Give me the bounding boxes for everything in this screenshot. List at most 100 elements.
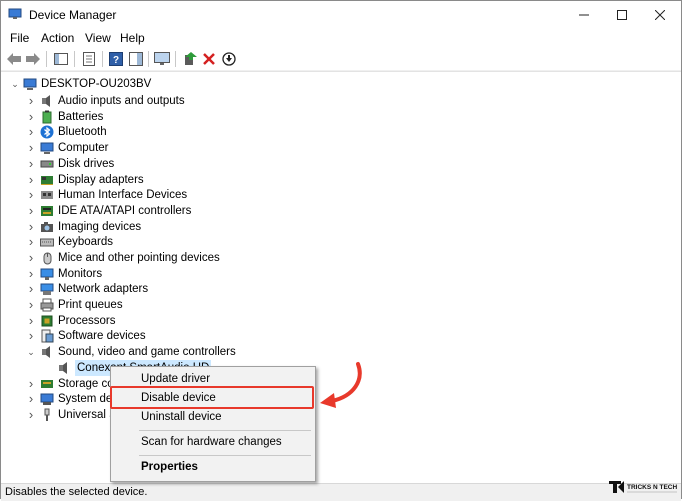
properties-label: Properties	[141, 461, 198, 473]
tree-category-item[interactable]: › Network adapters	[1, 281, 681, 297]
back-button[interactable]	[6, 51, 22, 67]
update-driver-toolbar-button[interactable]	[182, 51, 198, 67]
chevron-right-icon[interactable]: ›	[27, 219, 35, 235]
ide-controller-icon	[41, 206, 53, 216]
uninstall-device-label: Uninstall device	[141, 411, 222, 423]
processor-icon	[41, 315, 53, 327]
scan-hardware-label: Scan for hardware changes	[141, 436, 282, 448]
status-bar: Disables the selected device.	[1, 483, 681, 501]
forward-arrow-icon	[26, 53, 40, 65]
speaker-icon	[42, 346, 50, 358]
printer-icon	[40, 298, 54, 312]
tree-item-label: Processors	[58, 315, 116, 327]
chevron-right-icon[interactable]: ›	[27, 109, 35, 125]
tree-item-label: Monitors	[58, 268, 103, 280]
svg-text:TRICKS N TECH: TRICKS N TECH	[627, 484, 678, 491]
tree-category-item[interactable]: ⌄ Sound, video and game controllers	[1, 344, 681, 360]
chevron-right-icon[interactable]: ›	[27, 93, 35, 109]
chevron-right-icon[interactable]: ›	[27, 172, 35, 188]
chevron-right-icon[interactable]: ›	[27, 250, 35, 266]
menu-file[interactable]: File	[10, 31, 29, 45]
storage-icon	[41, 380, 53, 388]
tree-item-label: Mice and other pointing devices	[58, 252, 220, 264]
help-toolbar-button[interactable]: ?	[108, 51, 124, 67]
highlight-box	[110, 386, 314, 409]
tree-category-item[interactable]: › Software devices	[1, 328, 681, 344]
forward-button[interactable]	[25, 51, 41, 67]
menu-help[interactable]: Help	[120, 31, 145, 45]
chevron-right-icon[interactable]: ›	[27, 313, 35, 329]
chevron-right-icon[interactable]: ›	[27, 297, 35, 313]
tree-item-label: Human Interface Devices	[58, 189, 188, 201]
tree-category-item[interactable]: › Keyboards	[1, 234, 681, 250]
chevron-right-icon[interactable]: ›	[27, 140, 35, 156]
properties-toolbar-button[interactable]	[81, 51, 97, 67]
tree-category-item[interactable]: › Human Interface Devices	[1, 187, 681, 203]
chevron-right-icon[interactable]: ›	[27, 281, 35, 297]
tree-category-item[interactable]: › Display adapters	[1, 172, 681, 188]
chevron-down-icon[interactable]: ⌄	[27, 344, 35, 360]
chevron-right-icon[interactable]: ›	[27, 124, 35, 140]
uninstall-toolbar-button[interactable]	[201, 51, 217, 67]
menu-action[interactable]: Action	[41, 31, 74, 45]
show-hide-console-tree-button[interactable]	[53, 51, 69, 67]
scan-hardware-menu-item[interactable]: Scan for hardware changes	[112, 432, 314, 452]
tree-category-item[interactable]: › Monitors	[1, 266, 681, 282]
properties-menu-item[interactable]: Properties	[112, 457, 314, 477]
chevron-down-icon[interactable]: ⌄	[11, 76, 19, 92]
maximize-icon	[617, 10, 627, 20]
tree-category-item[interactable]: › Batteries	[1, 109, 681, 125]
tricks-n-tech-logo: TRICKS N TECH	[607, 479, 679, 495]
device-manager-app-icon	[8, 8, 22, 19]
software-device-icon	[41, 329, 54, 343]
tree-category-item[interactable]: › Computer	[1, 140, 681, 156]
chevron-right-icon[interactable]: ›	[27, 156, 35, 172]
tree-item-label: Print queues	[58, 299, 123, 311]
display-adapter-icon	[41, 176, 53, 185]
red-curved-arrow-icon	[320, 362, 362, 408]
title-bar: Device Manager	[1, 1, 681, 29]
disk-drive-icon	[40, 160, 54, 168]
computer-icon	[40, 142, 54, 154]
uninstall-device-menu-item[interactable]: Uninstall device	[112, 407, 314, 427]
tree-item-label: Sound, video and game controllers	[58, 346, 236, 358]
disable-toolbar-button[interactable]	[221, 51, 237, 67]
tree-root[interactable]: ⌄ DESKTOP-OU203BV	[1, 76, 681, 92]
chevron-right-icon[interactable]: ›	[27, 391, 35, 407]
mouse-icon	[43, 252, 52, 265]
system-device-icon	[40, 393, 54, 405]
computer-icon	[23, 78, 37, 90]
menu-bar: File Action View Help	[1, 29, 681, 47]
chevron-right-icon[interactable]: ›	[27, 266, 35, 282]
tree-item-label: Software devices	[58, 330, 146, 342]
menu-separator	[139, 430, 311, 431]
tree-category-item[interactable]: › Imaging devices	[1, 219, 681, 235]
chevron-right-icon[interactable]: ›	[27, 187, 35, 203]
tree-category-item[interactable]: › Audio inputs and outputs	[1, 93, 681, 109]
chevron-right-icon[interactable]: ›	[27, 234, 35, 250]
red-x-icon	[203, 53, 215, 65]
console-tree-icon	[54, 53, 68, 65]
chevron-right-icon[interactable]: ›	[27, 328, 35, 344]
action-pane-button[interactable]	[128, 51, 144, 67]
bluetooth-icon	[40, 125, 54, 139]
scan-hardware-toolbar-button[interactable]	[154, 51, 170, 67]
chevron-right-icon[interactable]: ›	[27, 376, 35, 392]
keyboard-icon	[40, 238, 54, 247]
tree-category-item[interactable]: › Bluetooth	[1, 124, 681, 140]
tree-category-item[interactable]: › Print queues	[1, 297, 681, 313]
close-button[interactable]	[637, 1, 683, 29]
tree-category-item[interactable]: › Disk drives	[1, 156, 681, 172]
status-text: Disables the selected device.	[5, 486, 148, 498]
close-icon	[655, 10, 665, 20]
menu-view[interactable]: View	[85, 31, 111, 45]
tree-item-label: Batteries	[58, 111, 104, 123]
tree-category-item[interactable]: › Processors	[1, 313, 681, 329]
chevron-right-icon[interactable]: ›	[27, 203, 35, 219]
tree-category-item[interactable]: › Mice and other pointing devices	[1, 250, 681, 266]
monitor-icon	[40, 268, 54, 280]
tree-category-item[interactable]: › IDE ATA/ATAPI controllers	[1, 203, 681, 219]
chevron-right-icon[interactable]: ›	[27, 407, 35, 423]
device-tree: ⌄ DESKTOP-OU203BV › Audio inputs and outp…	[1, 71, 681, 484]
tree-item-label: Display adapters	[58, 174, 144, 186]
